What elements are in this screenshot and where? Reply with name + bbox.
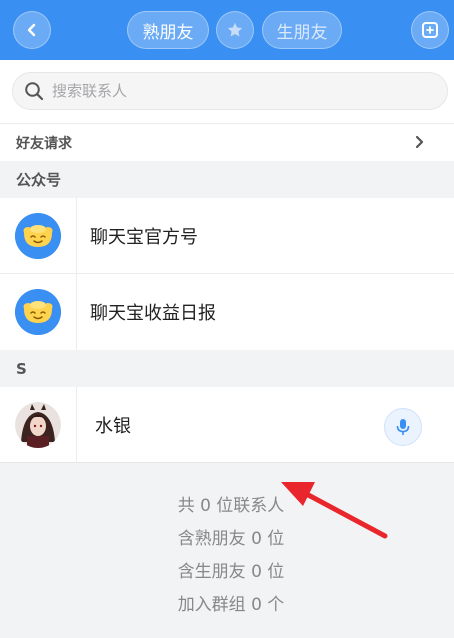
contact-row[interactable]: 聊天宝官方号 — [0, 198, 454, 274]
back-button[interactable] — [13, 11, 51, 49]
tab-stranger-friends[interactable]: 生朋友 — [262, 11, 342, 49]
user-avatar — [15, 402, 61, 448]
favorites-button[interactable] — [216, 11, 254, 49]
contact-name: 聊天宝官方号 — [90, 227, 198, 248]
gold-ingot-icon — [15, 289, 61, 335]
chevron-right-icon — [415, 135, 424, 149]
stat-stranger: 含生朋友 0 位 — [177, 562, 285, 582]
contact-row[interactable]: 聊天宝收益日报 — [0, 274, 454, 350]
tab-familiar-friends[interactable]: 熟朋友 — [127, 11, 209, 49]
search-section — [0, 60, 454, 123]
top-bar: 熟朋友 生朋友 — [0, 0, 454, 60]
avatar-cell — [0, 387, 77, 463]
gold-ingot-icon — [15, 213, 61, 259]
section-header-official: 公众号 — [0, 161, 454, 198]
voice-call-button[interactable] — [384, 408, 422, 446]
star-icon — [227, 22, 243, 37]
section-header-s: S — [0, 350, 454, 387]
contact-name: 聊天宝收益日报 — [90, 303, 216, 324]
avatar-cell — [0, 198, 77, 274]
stat-groups: 加入群组 0 个 — [177, 595, 285, 615]
avatar-cell — [0, 274, 77, 350]
scan-button[interactable] — [411, 11, 449, 49]
microphone-icon — [396, 419, 410, 435]
friend-requests-label: 好友请求 — [16, 135, 72, 152]
chevron-left-icon — [27, 23, 36, 37]
search-input[interactable] — [52, 82, 412, 100]
scan-icon — [422, 22, 438, 38]
search-icon — [25, 82, 44, 101]
search-box[interactable] — [12, 72, 448, 110]
friend-requests-row[interactable]: 好友请求 — [0, 123, 454, 161]
annotation-arrow-icon — [281, 482, 388, 539]
contact-row[interactable]: 水银 — [0, 387, 454, 463]
contact-name: 水银 — [95, 416, 131, 437]
